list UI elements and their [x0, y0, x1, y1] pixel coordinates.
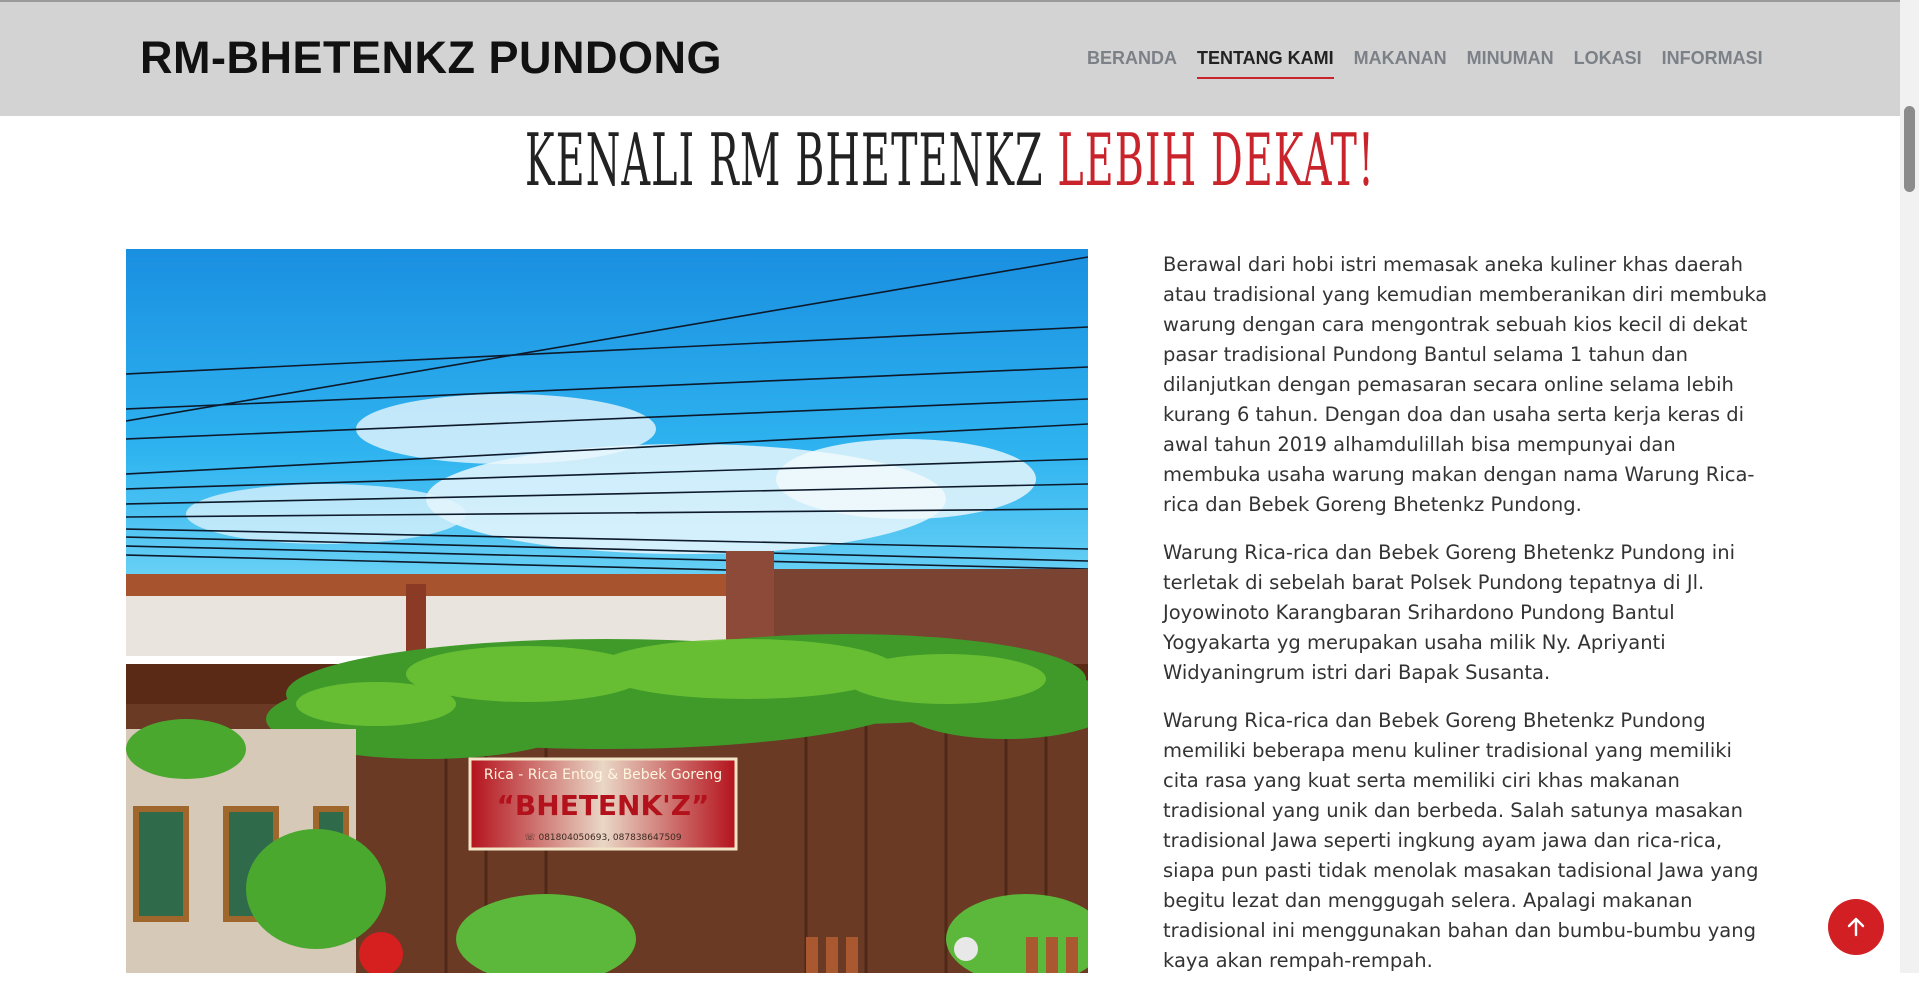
- nav-lokasi[interactable]: LOKASI: [1574, 48, 1642, 79]
- sign-line-2: “BHETENK'Z”: [497, 789, 710, 822]
- section-title-main: KENALI RM BHETENKZ: [525, 118, 1044, 202]
- about-text: Berawal dari hobi istri memasak aneka ku…: [1163, 250, 1768, 994]
- section-title-accent: LEBIH DEKAT!: [1057, 118, 1375, 202]
- nav-minuman[interactable]: MINUMAN: [1467, 48, 1554, 79]
- arrow-up-icon: [1847, 917, 1865, 937]
- main-nav: BERANDA TENTANG KAMI MAKANAN MINUMAN LOK…: [1087, 48, 1763, 79]
- site-header: RM-BHETENKZ PUNDONG BERANDA TENTANG KAMI…: [0, 0, 1900, 116]
- sign-line-1: Rica - Rica Entog & Bebek Goreng: [484, 767, 722, 783]
- nav-informasi[interactable]: INFORMASI: [1662, 48, 1763, 79]
- section-title: KENALI RM BHETENKZ LEBIH DEKAT!: [428, 118, 1473, 202]
- about-paragraph-2: Warung Rica-rica dan Bebek Goreng Bheten…: [1163, 541, 1735, 684]
- site-logo-text[interactable]: RM-BHETENKZ PUNDONG: [140, 32, 722, 84]
- page-scrollbar[interactable]: [1900, 0, 1919, 973]
- nav-beranda[interactable]: BERANDA: [1087, 48, 1177, 79]
- about-paragraph-1: Berawal dari hobi istri memasak aneka ku…: [1163, 253, 1768, 516]
- back-to-top-button[interactable]: [1828, 899, 1884, 955]
- about-paragraph-3: Warung Rica-rica dan Bebek Goreng Bheten…: [1163, 709, 1759, 972]
- nav-makanan[interactable]: MAKANAN: [1354, 48, 1447, 79]
- scrollbar-thumb[interactable]: [1904, 106, 1915, 192]
- restaurant-photo: Rica - Rica Entog & Bebek Goreng “BHETEN…: [126, 249, 1088, 973]
- nav-tentang-kami[interactable]: TENTANG KAMI: [1197, 48, 1334, 79]
- sign-line-3: ☏ 081804050693, 087838647509: [524, 833, 682, 843]
